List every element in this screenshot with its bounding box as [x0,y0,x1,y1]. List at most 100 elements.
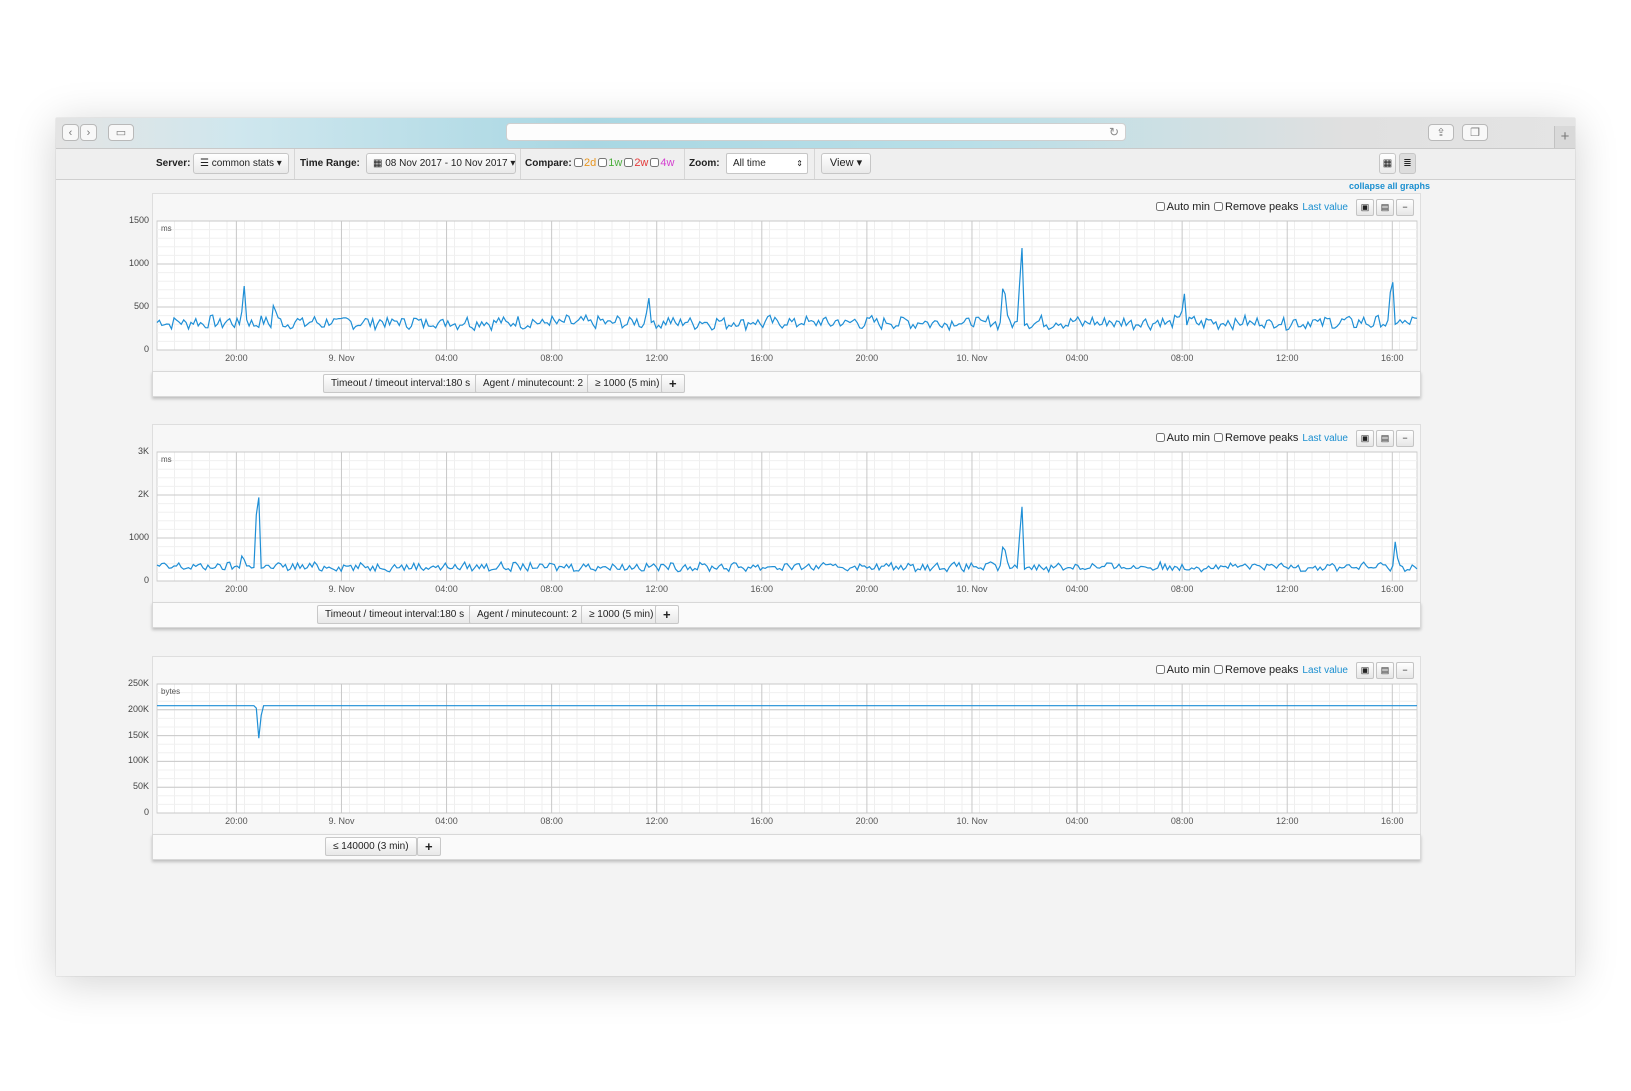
remove-peaks-checkbox[interactable] [1214,433,1224,443]
server-select[interactable]: ☰ common stats ▾ [193,153,289,174]
document-export-icon[interactable]: ▤ [1376,662,1394,679]
filter-button[interactable]: Timeout / timeout interval:180 s [317,605,473,624]
share-icon[interactable]: ⇪ [1428,124,1454,141]
compare-checkbox[interactable] [574,158,583,167]
auto-min-checkbox[interactable] [1155,202,1165,212]
x-tick-label: 9. Nov [328,584,355,594]
image-export-icon[interactable]: ▣ [1356,662,1374,679]
auto-min-checkbox[interactable] [1155,433,1165,443]
unit-label: ms [161,224,172,233]
list-view-icon[interactable]: ≣ [1399,153,1416,174]
remove-peaks-toggle[interactable]: Remove peaks [1214,432,1298,444]
compare-option-0[interactable]: 2d [574,157,596,169]
auto-min-label: Auto min [1166,432,1211,445]
remove-peaks-toggle[interactable]: Remove peaks [1214,201,1298,213]
remove-peaks-label: Remove peaks [1225,664,1299,677]
caret-down-icon: ▾ [856,157,863,169]
x-tick-label: 08:00 [1171,816,1194,826]
document-export-icon[interactable]: ▤ [1376,430,1394,447]
reload-icon[interactable]: ↻ [1109,124,1119,140]
compare-option-3[interactable]: 4w [650,157,674,169]
filter-button[interactable]: ≤ 140000 (3 min) [325,837,417,856]
filter-button[interactable]: Agent / minutecount: 2 [475,374,592,393]
time-range-value: 08 Nov 2017 - 10 Nov 2017 [385,158,508,169]
filter-button[interactable]: ≥ 1000 (5 min) [587,374,668,393]
x-tick-label: 20:00 [856,816,879,826]
x-tick-label: 20:00 [856,584,879,594]
x-tick-label: 04:00 [435,353,458,363]
image-export-icon[interactable]: ▣ [1356,199,1374,216]
graph-controls: Auto min Remove peaks Last value ▣ ▤ − [1155,662,1414,680]
sidebar-toggle-icon[interactable]: ▭ [108,124,134,141]
filter-button[interactable]: Agent / minutecount: 2 [469,605,586,624]
remove-peaks-toggle[interactable]: Remove peaks [1214,664,1298,676]
new-tab-icon[interactable]: + [1554,126,1575,148]
x-tick-label: 16:00 [1381,816,1404,826]
remove-peaks-checkbox[interactable] [1214,665,1224,675]
y-tick-label: 1000 [128,258,149,268]
add-filter-button[interactable]: + [417,837,441,856]
x-tick-label: 12:00 [1276,816,1299,826]
y-tick-label: 3K [137,446,149,456]
server-label: Server: [156,158,191,169]
compare-option-2[interactable]: 2w [624,157,648,169]
forward-icon[interactable]: › [80,124,97,141]
filter-button[interactable]: Timeout / timeout interval:180 s [323,374,479,393]
view-label: View [829,157,854,169]
caret-down-icon: ▾ [276,158,282,169]
last-value-link[interactable]: Last value [1302,202,1348,213]
last-value-link[interactable]: Last value [1302,665,1348,676]
auto-min-checkbox[interactable] [1155,665,1165,675]
y-tick-label: 150K [127,729,149,740]
remove-peaks-checkbox[interactable] [1214,202,1224,212]
x-tick-label: 04:00 [1066,584,1089,594]
y-tick-label: 1000 [128,532,149,542]
back-icon[interactable]: ‹ [62,124,79,141]
compare-option-label: 2d [584,157,597,169]
dashboard-toolbar: Server: ☰ common stats ▾ Time Range: ▦ 0… [56,149,1575,180]
auto-min-toggle[interactable]: Auto min [1155,432,1211,445]
caret-down-icon: ▾ [510,158,516,169]
toolbar-divider [814,149,815,179]
remove-peaks-label: Remove peaks [1225,432,1299,445]
x-tick-label: 08:00 [540,353,563,363]
address-bar[interactable]: ↻ [506,123,1126,141]
compare-checkbox[interactable] [598,158,608,167]
auto-min-toggle[interactable]: Auto min [1155,201,1210,213]
x-tick-label: 12:00 [1276,353,1299,363]
graph-panel: Auto min Remove peaks Last value ▣ ▤ − 20:00 9.… [129,193,1421,375]
zoom-select[interactable]: All time ⇕ [726,153,808,174]
last-value-link[interactable]: Last value [1302,433,1348,444]
minimize-icon[interactable]: − [1396,662,1414,679]
graph-panel: Auto min Remove peaks Last value ▣ ▤ − 20:00 9.… [129,424,1421,606]
add-filter-button[interactable]: + [655,605,679,624]
document-export-icon[interactable]: ▤ [1376,199,1394,216]
y-tick-label: 250K [127,678,149,688]
y-tick-label: 50K [132,781,149,792]
x-tick-label: 16:00 [1381,584,1404,594]
x-tick-label: 9. Nov [328,816,355,826]
auto-min-toggle[interactable]: Auto min [1155,664,1210,676]
compare-checkbox[interactable] [650,158,660,167]
browser-titlebar: ‹ › ▭ ↻ ⇪ ❐ + [56,118,1575,149]
graph-panel: Auto min Remove peaks Last value ▣ ▤ − 20:00 9.… [128,656,1421,838]
toolbar-divider [520,149,521,179]
view-button[interactable]: View ▾ [821,153,871,174]
filter-button[interactable]: ≥ 1000 (5 min) [581,605,662,624]
collapse-all-link[interactable]: collapse all graphs [1349,181,1430,191]
toolbar-divider [294,149,295,179]
grid-view-icon[interactable]: ▦ [1379,153,1396,174]
unit-label: bytes [161,687,180,696]
compare-checkbox[interactable] [624,158,634,167]
minimize-icon[interactable]: − [1396,430,1414,447]
x-tick-label: 08:00 [540,584,563,594]
tabs-overview-icon[interactable]: ❐ [1462,124,1488,141]
image-export-icon[interactable]: ▣ [1356,430,1374,447]
compare-option-1[interactable]: 1w [598,157,622,169]
add-filter-button[interactable]: + [661,374,685,393]
compare-label: Compare: [525,158,572,169]
x-tick-label: 16:00 [1381,353,1404,363]
time-range-select[interactable]: ▦ 08 Nov 2017 - 10 Nov 2017 ▾ [366,153,516,174]
compare-options: 2d 1w 2w 4w [574,157,676,169]
minimize-icon[interactable]: − [1396,199,1414,216]
